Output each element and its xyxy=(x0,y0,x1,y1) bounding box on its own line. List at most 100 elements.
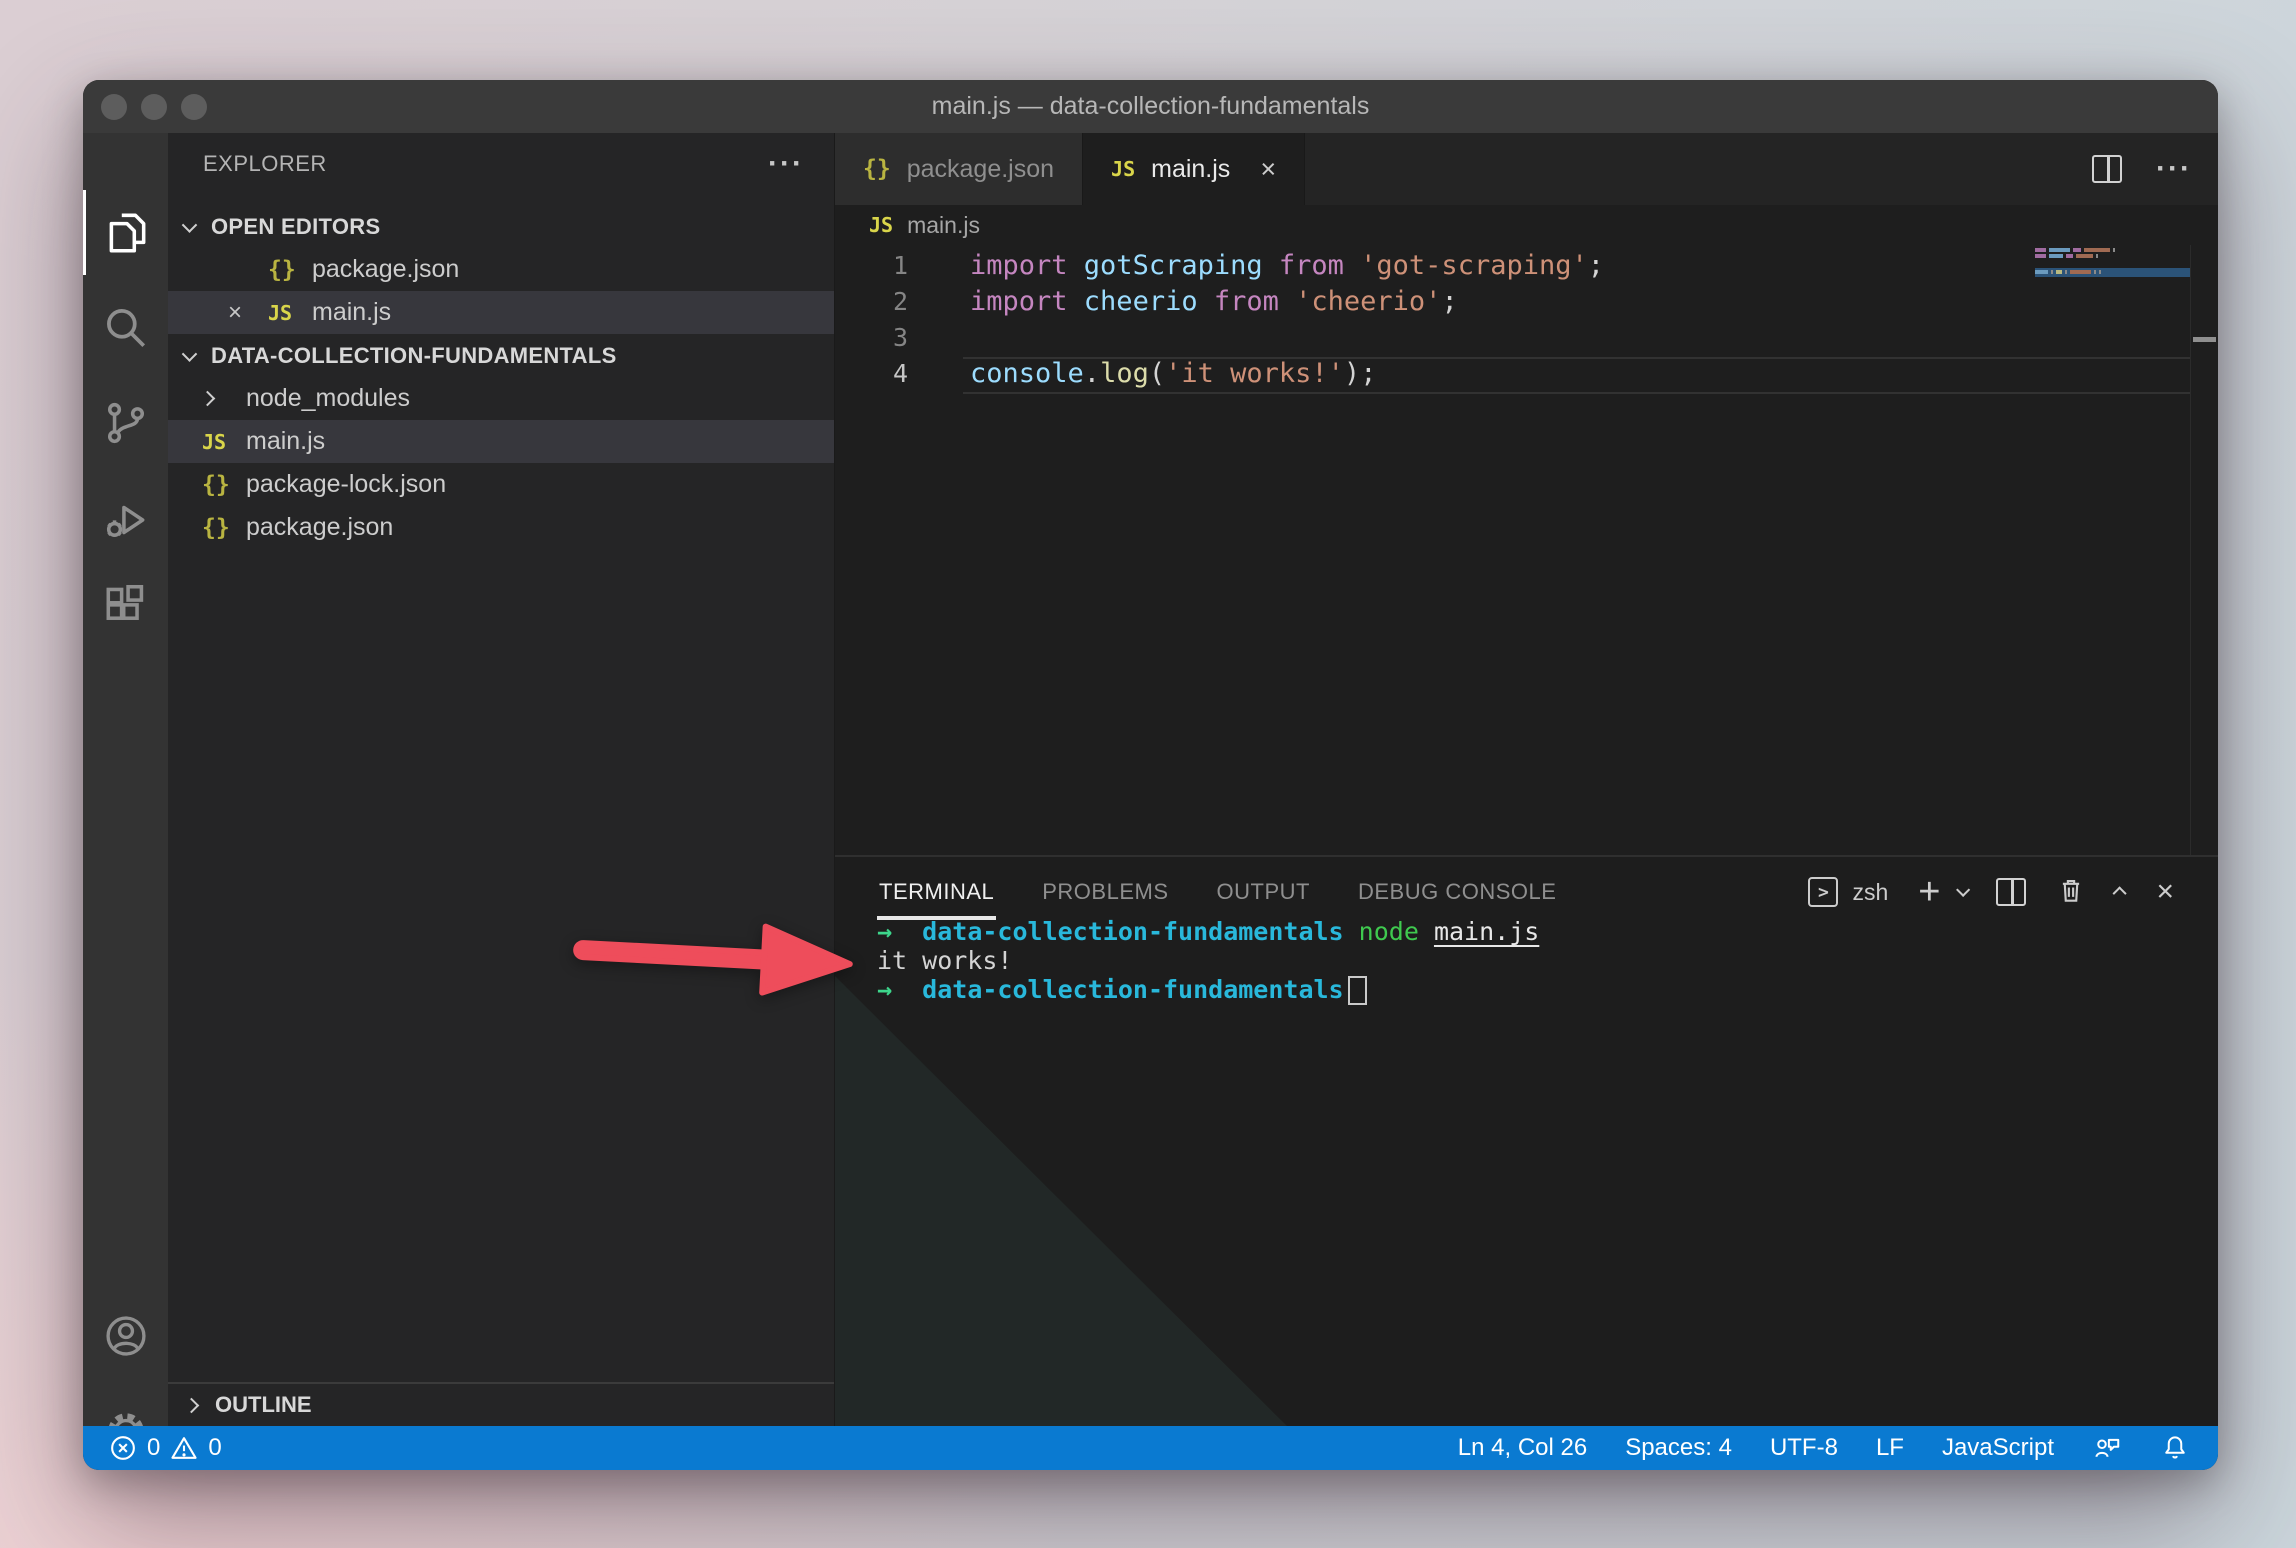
terminal-line: → data-collection-fundamentals node main… xyxy=(877,917,2218,946)
minimap[interactable] xyxy=(2035,248,2190,279)
minimap-line xyxy=(2035,268,2190,277)
close-icon[interactable]: × xyxy=(1260,154,1276,185)
problems-status[interactable]: 0 0 xyxy=(83,1434,222,1462)
status-item-encoding[interactable]: UTF-8 xyxy=(1770,1434,1838,1462)
tab-package-json[interactable]: {}package.json xyxy=(835,133,1083,205)
sidebar-item-package-json[interactable]: {}package.json xyxy=(168,248,834,291)
minimap-line xyxy=(2035,254,2190,258)
sidebar-item-run-debug[interactable] xyxy=(83,477,168,562)
outline-label: OUTLINE xyxy=(215,1392,312,1418)
split-terminal-icon[interactable] xyxy=(1996,878,2026,906)
title-bar[interactable]: main.js — data-collection-fundamentals xyxy=(83,80,2218,133)
js-file-icon: JS xyxy=(1111,157,1135,181)
maximize-panel-icon[interactable] xyxy=(2113,886,2127,900)
chevron-right-icon xyxy=(184,1397,200,1413)
source-control-icon xyxy=(101,398,151,448)
sidebar-item-explorer[interactable] xyxy=(83,190,168,275)
minimap-line xyxy=(2035,260,2190,265)
status-item-indentation[interactable]: Spaces: 4 xyxy=(1625,1434,1732,1462)
sidebar-item-open-editors[interactable]: OPEN EDITORS xyxy=(168,205,834,248)
vscode-window: main.js — data-collection-fundamentals xyxy=(83,80,2218,1470)
file-label: package.json xyxy=(246,513,393,542)
search-icon xyxy=(101,303,151,353)
breadcrumb[interactable]: JS main.js xyxy=(835,205,2218,245)
terminal-dropdown-icon[interactable] xyxy=(1957,883,1971,897)
editor-more-actions-icon[interactable]: ··· xyxy=(2156,164,2192,174)
file-label: node_modules xyxy=(246,384,410,413)
files-icon xyxy=(102,208,152,258)
minimize-window-button[interactable] xyxy=(141,94,167,120)
json-file-icon: {} xyxy=(202,472,246,498)
terminal-cursor xyxy=(1348,976,1367,1005)
tab-label: main.js xyxy=(1151,155,1230,184)
split-editor-icon[interactable] xyxy=(2092,155,2122,183)
account-icon xyxy=(101,1311,151,1361)
sidebar-item-search[interactable] xyxy=(83,285,168,370)
section-label: DATA-COLLECTION-FUNDAMENTALS xyxy=(211,343,617,369)
code-line-2[interactable]: 2import cheerio from 'cheerio'; xyxy=(835,283,2218,319)
line-number: 3 xyxy=(835,323,908,352)
code-line-4[interactable]: 4console.log('it works!'); xyxy=(835,355,2218,391)
status-item-language-mode[interactable]: JavaScript xyxy=(1942,1434,2054,1462)
error-icon xyxy=(109,1434,137,1462)
file-label: main.js xyxy=(246,427,325,456)
desktop-background: main.js — data-collection-fundamentals xyxy=(0,0,2296,1548)
tab-main-js[interactable]: JS main.js × xyxy=(1083,133,1305,205)
json-file-icon: {} xyxy=(863,156,891,182)
code-line-3[interactable]: 3 xyxy=(835,319,2218,355)
sidebar-item-data-collection-fundamentals[interactable]: DATA-COLLECTION-FUNDAMENTALS xyxy=(168,334,834,377)
window-title: main.js — data-collection-fundamentals xyxy=(83,92,2218,121)
minimap-line xyxy=(2035,248,2190,252)
sidebar-item-package-json[interactable]: {}package.json xyxy=(168,506,834,549)
terminal-content[interactable]: → data-collection-fundamentals node main… xyxy=(835,917,2218,1426)
breadcrumb-file: main.js xyxy=(907,212,980,239)
terminal-line: → data-collection-fundamentals xyxy=(877,975,2218,1005)
new-terminal-icon[interactable]: + xyxy=(1918,877,1940,907)
panel-tab-terminal[interactable]: TERMINAL xyxy=(879,879,994,905)
close-window-button[interactable] xyxy=(101,94,127,120)
panel-tab-debug-console[interactable]: DEBUG CONSOLE xyxy=(1358,879,1556,905)
sidebar-item-extensions[interactable] xyxy=(83,565,168,650)
js-file-icon: JS xyxy=(869,213,893,237)
line-number: 2 xyxy=(835,287,908,316)
line-number: 1 xyxy=(835,251,908,280)
account-button[interactable] xyxy=(83,1293,168,1378)
outline-section-header[interactable]: OUTLINE xyxy=(168,1382,834,1426)
kill-terminal-icon[interactable] xyxy=(2056,874,2086,911)
status-item-cursor-position[interactable]: Ln 4, Col 26 xyxy=(1458,1434,1587,1462)
close-icon[interactable]: × xyxy=(228,299,268,327)
sidebar-item-main-js[interactable]: JSmain.js xyxy=(168,420,834,463)
js-file-icon: JS xyxy=(268,301,312,325)
chevron-down-icon xyxy=(182,217,198,233)
shell-label[interactable]: zsh xyxy=(1852,879,1888,906)
code-text: import cheerio from 'cheerio'; xyxy=(908,286,1458,317)
more-actions-icon[interactable]: ··· xyxy=(768,159,804,169)
sidebar-item-node-modules[interactable]: node_modules xyxy=(168,377,834,420)
zoom-window-button[interactable] xyxy=(181,94,207,120)
file-label: package-lock.json xyxy=(246,470,446,499)
status-item-eol-selector[interactable]: LF xyxy=(1876,1434,1904,1462)
editor-group: {}package.json JS main.js × ··· JS main.js … xyxy=(835,133,2218,1426)
extensions-icon xyxy=(101,583,151,633)
sidebar-item-main-js[interactable]: ×JSmain.js xyxy=(168,291,834,334)
code-text: console.log('it works!'); xyxy=(908,358,1376,389)
line-number: 4 xyxy=(835,359,908,388)
bell-icon[interactable] xyxy=(2160,1433,2190,1463)
error-count: 0 xyxy=(147,1434,160,1462)
file-label: main.js xyxy=(312,298,391,327)
section-label: OPEN EDITORS xyxy=(211,214,380,240)
close-panel-icon[interactable]: × xyxy=(2156,875,2174,909)
feedback-icon[interactable] xyxy=(2092,1433,2122,1463)
code-line-1[interactable]: 1import gotScraping from 'got-scraping'; xyxy=(835,247,2218,283)
status-bar: 0 0 Ln 4, Col 26 Spaces: 4 UTF-8 LF JavaScri… xyxy=(83,1426,2218,1470)
explorer-sidebar: EXPLORER ··· OPEN EDITORS{}package.json×… xyxy=(168,133,835,1426)
activity-bar: 1 xyxy=(83,133,168,1426)
code-editor[interactable]: 1import gotScraping from 'got-scraping';… xyxy=(835,245,2218,855)
sidebar-item-package-lock-json[interactable]: {}package-lock.json xyxy=(168,463,834,506)
chevron-down-icon xyxy=(182,346,198,362)
editor-tab-bar: {}package.json JS main.js × ··· xyxy=(835,133,2218,205)
panel-tab-problems[interactable]: PROBLEMS xyxy=(1042,879,1168,905)
sidebar-title: EXPLORER xyxy=(203,151,327,177)
sidebar-item-source-control[interactable] xyxy=(83,380,168,465)
panel-tab-output[interactable]: OUTPUT xyxy=(1217,879,1310,905)
